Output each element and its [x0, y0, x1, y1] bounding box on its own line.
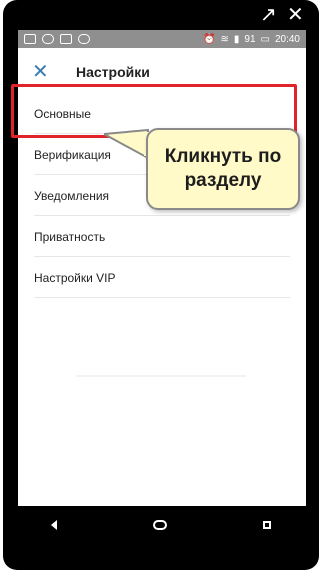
callout-tooltip: Кликнуть по разделу [146, 128, 300, 210]
status-icons-left [18, 34, 90, 44]
status-icons-right: ⏰ ≋ ▮ 91 ▭ 20:40 [203, 34, 306, 45]
close-settings-icon[interactable]: ✕ [32, 62, 56, 82]
faint-divider [76, 375, 246, 377]
signal-icon: ▮ [233, 33, 240, 45]
settings-item-label: Настройки VIP [34, 270, 116, 285]
wifi-icon: ≋ [220, 33, 229, 45]
battery-percent: 91 [244, 33, 256, 45]
settings-item-label: Верификация [34, 147, 111, 162]
eye-icon [42, 34, 54, 44]
back-icon[interactable] [51, 520, 57, 530]
settings-item-label: Уведомления [34, 188, 110, 203]
clock: 20:40 [274, 33, 300, 45]
page-title: Настройки [76, 64, 150, 80]
callout-text: Кликнуть по разделу [164, 146, 282, 191]
alarm-icon: ⏰ [203, 33, 216, 45]
home-icon[interactable] [153, 520, 167, 530]
sync-icon [60, 34, 72, 44]
android-nav-bar [3, 506, 319, 544]
settings-item-privacy[interactable]: Приватность [18, 216, 306, 257]
settings-item-label: Приватность [34, 229, 106, 244]
cloud-icon [78, 34, 90, 44]
battery-icon: ▭ [260, 33, 270, 45]
close-icon[interactable]: ✕ [287, 5, 304, 25]
settings-item-vip[interactable]: Настройки VIP [18, 257, 306, 298]
status-bar: ⏰ ≋ ▮ 91 ▭ 20:40 [18, 30, 306, 48]
external-link-icon[interactable]: ↗ [260, 5, 277, 25]
recent-apps-icon[interactable] [263, 521, 271, 529]
app-icon [24, 34, 36, 44]
